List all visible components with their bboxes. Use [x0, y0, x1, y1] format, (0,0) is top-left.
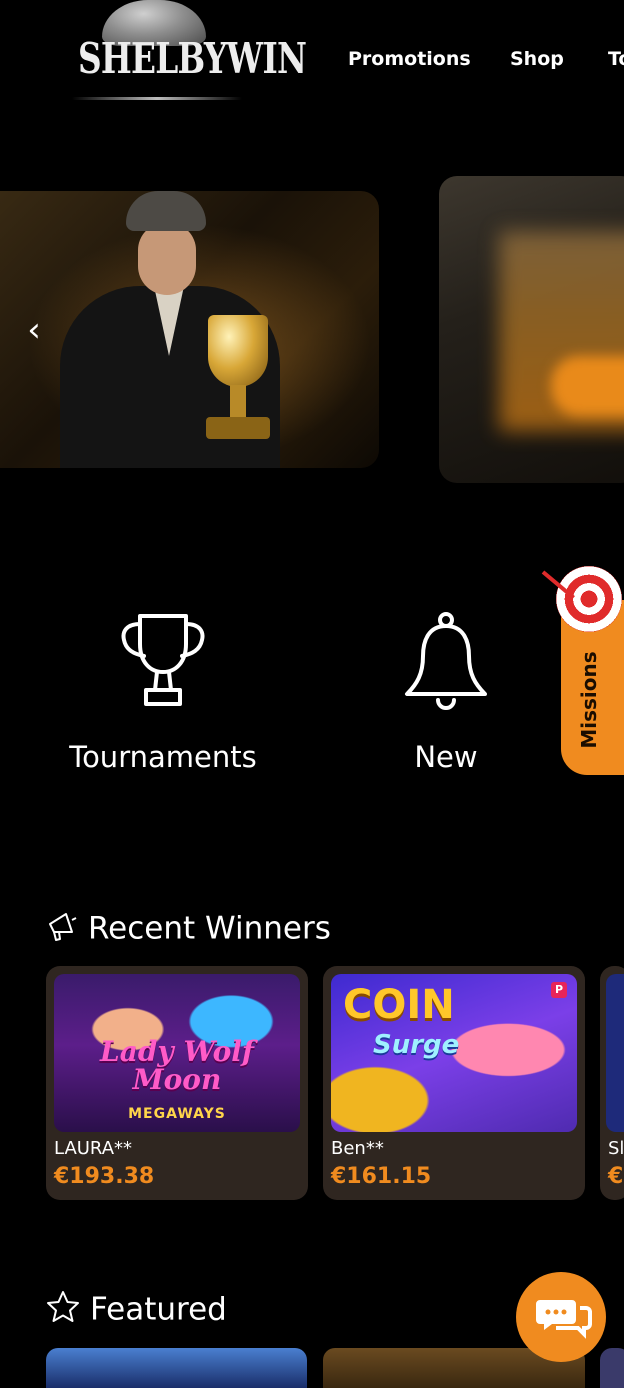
trophy-cup-image [208, 315, 268, 387]
chat-icon [536, 1300, 592, 1339]
chevron-left-icon[interactable]: ‹ [20, 312, 48, 352]
promo-banner-tournament[interactable] [0, 191, 379, 468]
nav-shop[interactable]: Shop [510, 48, 564, 70]
game-title: COIN [343, 982, 455, 1028]
provider-badge: P [551, 982, 567, 998]
winner-name: LAURA** [54, 1138, 133, 1159]
bell-icon [405, 612, 487, 710]
featured-heading: Featured [46, 1290, 227, 1332]
category-tournaments[interactable]: Tournaments [63, 610, 263, 774]
megaphone-icon [46, 910, 78, 950]
star-icon [46, 1290, 80, 1332]
character-head [138, 223, 196, 295]
missions-label[interactable]: Missions [577, 651, 601, 748]
chat-button[interactable] [516, 1272, 606, 1362]
winner-card[interactable]: Sl € [600, 966, 624, 1200]
winner-card[interactable]: Lady Wolf Moon MEGAWAYS LAURA** €193.38 [46, 966, 308, 1200]
trophy-icon [121, 614, 205, 706]
recent-winners-title: Recent Winners [88, 910, 331, 947]
banner-blurred-button [551, 356, 624, 416]
game-subtitle: Surge [373, 1030, 460, 1060]
logo-underline [72, 97, 242, 100]
winner-name: Sl [608, 1138, 624, 1159]
nav-tournaments[interactable]: To [608, 48, 624, 70]
category-label-new: New [414, 740, 478, 774]
winner-amount: € [608, 1164, 624, 1189]
recent-winners-heading: Recent Winners [46, 910, 331, 950]
trophy-base [206, 417, 270, 439]
trophy-stem [230, 385, 246, 421]
featured-title: Featured [90, 1291, 227, 1328]
nav-promotions[interactable]: Promotions [348, 48, 471, 70]
category-new[interactable]: New [346, 610, 546, 774]
main-nav: Promotions Shop To [0, 48, 624, 76]
game-title: Lady Wolf Moon [100, 1035, 254, 1096]
site-header: SHELBYWIN Promotions Shop To [0, 0, 624, 130]
game-thumbnail[interactable] [606, 974, 624, 1132]
category-label-tournaments: Tournaments [69, 740, 257, 774]
game-thumbnail-lady-wolf-moon[interactable]: Lady Wolf Moon MEGAWAYS [54, 974, 300, 1132]
game-thumbnail-coin-surge[interactable]: COIN Surge P [331, 974, 577, 1132]
character-cap [126, 191, 206, 231]
winner-amount: €193.38 [54, 1164, 155, 1189]
promo-banner-street[interactable] [439, 176, 624, 483]
game-subtitle: MEGAWAYS [128, 1106, 226, 1122]
winner-card[interactable]: COIN Surge P Ben** €161.15 [323, 966, 585, 1200]
target-icon[interactable] [556, 566, 622, 632]
featured-game-card[interactable] [46, 1348, 307, 1388]
winner-amount: €161.15 [331, 1164, 432, 1189]
banner-character-image [60, 191, 330, 468]
winner-name: Ben** [331, 1138, 384, 1159]
